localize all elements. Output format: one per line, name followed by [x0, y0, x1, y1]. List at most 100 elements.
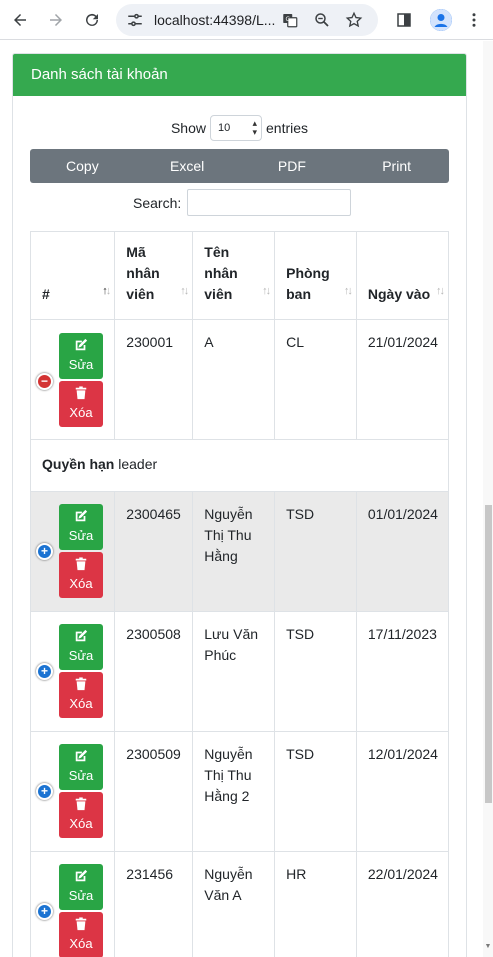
excel-button[interactable]: Excel [135, 149, 240, 183]
row-actions: + Sửa Xóa [29, 731, 116, 852]
cell-phong: HR [274, 851, 357, 957]
row-actions: − Sửa Xóa [29, 319, 116, 440]
cell-ngay: 21/01/2024 [355, 319, 450, 440]
site-settings-icon[interactable] [126, 11, 144, 29]
column-header-ma[interactable]: Mã nhân viên ↑↓ [114, 231, 194, 320]
table-row: + Sửa Xóa 2300509 Nguyễn Thị Thu Hằng 2 … [29, 731, 450, 852]
cell-ten: Nguyễn Thị Thu Hằng 2 [192, 731, 276, 852]
forward-icon[interactable] [42, 6, 70, 34]
column-header-ten[interactable]: Tên nhân viên ↑↓ [192, 231, 276, 320]
page-content: Danh sách tài khoản Show 10 ▴ ▾ entries C… [0, 41, 483, 957]
table-row: − Sửa Xóa 230001 A CL 21/01/2024 [29, 319, 450, 440]
address-bar[interactable]: localhost:44398/L... G [116, 4, 378, 36]
scrollbar-thumb[interactable] [485, 505, 492, 803]
sort-icon: ↑↓ [180, 285, 189, 297]
child-row-details: Quyền hạn leader [30, 439, 449, 492]
trash-icon [75, 796, 87, 810]
edit-icon [75, 869, 88, 881]
cell-phong: TSD [274, 611, 357, 732]
cell-ngay: 01/01/2024 [355, 491, 450, 612]
collapse-row-icon[interactable]: − [36, 373, 53, 390]
edit-icon [75, 749, 88, 761]
expand-row-icon[interactable]: + [36, 663, 53, 680]
pdf-button[interactable]: PDF [240, 149, 345, 183]
print-button[interactable]: Print [344, 149, 449, 183]
edit-button[interactable]: Sửa [59, 504, 103, 550]
sort-asc-icon: ↑↓ [102, 285, 111, 297]
star-icon[interactable] [345, 11, 363, 29]
table-row: + Sửa Xóa 2300465 Nguyễn Thị Thu Hằng TS… [29, 491, 450, 612]
expand-row-icon[interactable]: + [36, 783, 53, 800]
table-row: + Sửa Xóa 231456 Nguyễn Văn A HR 22/01/2… [29, 851, 450, 957]
cell-ma: 2300509 [114, 731, 194, 852]
cell-ten: Nguyễn Thị Thu Hằng [192, 491, 276, 612]
accounts-card: Danh sách tài khoản Show 10 ▴ ▾ entries C… [12, 53, 467, 957]
cell-ma: 2300465 [114, 491, 194, 612]
sort-icon: ↑↓ [262, 285, 271, 297]
scroll-down-arrow-icon[interactable]: ▼ [484, 943, 492, 951]
cell-phong: TSD [274, 731, 357, 852]
delete-button[interactable]: Xóa [59, 552, 103, 598]
zoom-icon[interactable] [313, 11, 331, 29]
length-entries-label: entries [266, 120, 309, 136]
profile-avatar-icon[interactable] [430, 9, 452, 31]
column-header-ngay[interactable]: Ngày vào ↑↓ [355, 231, 450, 320]
permission-label: Quyền hạn [42, 456, 115, 472]
cell-phong: CL [274, 319, 357, 440]
table-header-row: # ↑↓ Mã nhân viên ↑↓ Tên nhân viên ↑↓ Ph… [29, 231, 450, 320]
trash-icon [75, 556, 87, 570]
svg-text:G: G [286, 16, 291, 23]
page-scrollbar[interactable]: ▼ [483, 41, 493, 957]
cell-ten: Lưu Văn Phúc [192, 611, 276, 732]
reload-icon[interactable] [78, 6, 106, 34]
edit-button[interactable]: Sửa [59, 333, 103, 379]
column-header-phong[interactable]: Phòng ban ↑↓ [274, 231, 357, 320]
export-button-bar: Copy Excel PDF Print [30, 149, 449, 183]
cell-ngay: 17/11/2023 [355, 611, 450, 732]
delete-button[interactable]: Xóa [59, 912, 103, 957]
trash-icon [75, 385, 87, 399]
page-length-control: Show 10 ▴ ▾ entries [13, 115, 466, 141]
delete-button[interactable]: Xóa [59, 381, 103, 427]
url-text: localhost:44398/L... [154, 12, 276, 28]
copy-button[interactable]: Copy [30, 149, 135, 183]
column-header-index[interactable]: # ↑↓ [29, 231, 116, 320]
edit-icon [75, 509, 88, 521]
cell-ngay: 12/01/2024 [355, 731, 450, 852]
cell-phong: TSD [274, 491, 357, 612]
expand-row-icon[interactable]: + [36, 903, 53, 920]
cell-ma: 230001 [114, 319, 194, 440]
trash-icon [75, 676, 87, 690]
menu-kebab-icon[interactable] [460, 6, 488, 34]
sort-icon: ↑↓ [436, 285, 445, 297]
cell-ma: 2300508 [114, 611, 194, 732]
cell-ten: Nguyễn Văn A [192, 851, 276, 957]
delete-button[interactable]: Xóa [59, 792, 103, 838]
trash-icon [75, 916, 87, 930]
row-actions: + Sửa Xóa [29, 611, 116, 732]
row-actions: + Sửa Xóa [29, 491, 116, 612]
expand-row-icon[interactable]: + [36, 543, 53, 560]
sort-icon: ↑↓ [343, 285, 353, 297]
select-caret-icon: ▴ ▾ [252, 118, 257, 137]
edit-button[interactable]: Sửa [59, 744, 103, 790]
cell-ma: 231456 [114, 851, 194, 957]
search-label: Search: [133, 194, 182, 211]
translate-icon[interactable]: G [281, 11, 299, 29]
cell-ngay: 22/01/2024 [355, 851, 450, 957]
edit-button[interactable]: Sửa [59, 624, 103, 670]
edit-icon [75, 629, 88, 641]
card-title: Danh sách tài khoản [13, 54, 466, 96]
length-show-label: Show [170, 120, 206, 136]
cell-ten: A [192, 319, 276, 440]
edit-icon [75, 338, 88, 350]
delete-button[interactable]: Xóa [59, 672, 103, 718]
table-row: + Sửa Xóa 2300508 Lưu Văn Phúc TSD 17/11… [29, 611, 450, 732]
search-control: Search: [133, 189, 352, 216]
back-icon[interactable] [6, 6, 34, 34]
edit-button[interactable]: Sửa [59, 864, 103, 910]
search-input[interactable] [187, 189, 352, 216]
side-panel-icon[interactable] [390, 6, 418, 34]
page-length-select[interactable]: 10 ▴ ▾ [210, 115, 262, 141]
browser-toolbar: localhost:44398/L... G [0, 0, 493, 40]
